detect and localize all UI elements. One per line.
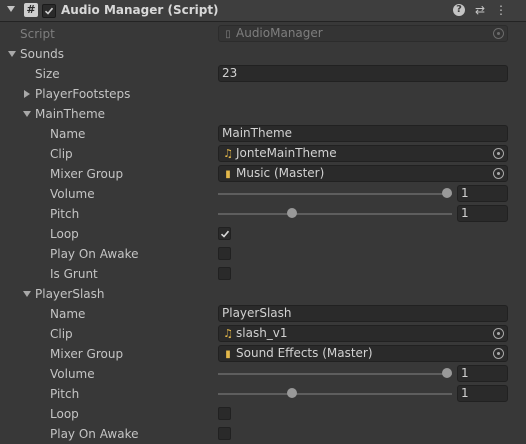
play-on-awake-row: Play On Awake [0, 244, 526, 264]
volume-label: Volume [50, 187, 95, 201]
component-header[interactable]: # Audio Manager (Script) ? ⇄ ⋮ [0, 0, 526, 22]
volume-slider-track[interactable] [218, 373, 452, 375]
mixer-group-field[interactable]: ▮ Music (Master) [218, 165, 508, 182]
play-on-awake-label: Play On Awake [50, 247, 139, 261]
foldout-arrow-icon[interactable] [23, 111, 31, 117]
loop-checkbox[interactable] [218, 407, 231, 420]
volume-label: Volume [50, 367, 95, 381]
mixer-group-value: Music (Master) [236, 166, 325, 180]
clip-field[interactable]: ♫ JonteMainTheme [218, 145, 508, 162]
pitch-slider-handle[interactable] [287, 208, 298, 218]
clip-value: slash_v1 [236, 326, 288, 340]
help-icon[interactable]: ? [453, 4, 465, 16]
object-picker-icon[interactable] [493, 148, 504, 159]
loop-checkbox[interactable] [218, 227, 231, 240]
clip-label: Clip [50, 327, 73, 341]
size-label: Size [35, 67, 60, 81]
script-asset-icon: ▯ [225, 29, 231, 40]
check-icon [44, 7, 54, 15]
object-picker-icon[interactable] [493, 328, 504, 339]
mixer-group-row: Mixer Group ▮ Sound Effects (Master) [0, 344, 526, 364]
pitch-input[interactable]: 1 [457, 205, 508, 222]
component-foldout-arrow[interactable] [7, 6, 15, 12]
pitch-label: Pitch [50, 387, 80, 401]
volume-slider-handle[interactable] [442, 188, 452, 198]
clip-value: JonteMainTheme [236, 146, 337, 160]
volume-slider-track[interactable] [218, 193, 452, 195]
volume-slider-handle[interactable] [442, 368, 452, 378]
volume-input[interactable]: 1 [457, 185, 508, 202]
sounds-foldout[interactable]: Sounds [0, 44, 526, 64]
foldout-arrow-icon[interactable] [23, 291, 31, 297]
mixer-group-row: Mixer Group ▮ Music (Master) [0, 164, 526, 184]
mixer-group-field[interactable]: ▮ Sound Effects (Master) [218, 345, 508, 362]
pitch-row: Pitch 1 [0, 384, 526, 404]
mixer-group-value: Sound Effects (Master) [236, 346, 373, 360]
loop-row: Loop [0, 224, 526, 244]
component-enabled-checkbox[interactable] [42, 4, 56, 18]
mixer-group-icon: ▮ [225, 169, 231, 180]
mixer-group-label: Mixer Group [50, 347, 124, 361]
element-label: PlayerSlash [35, 287, 105, 301]
play-on-awake-checkbox[interactable] [218, 247, 231, 260]
name-row: Name MainTheme [0, 124, 526, 144]
pitch-slider-handle[interactable] [287, 388, 298, 398]
pitch-input[interactable]: 1 [457, 385, 508, 402]
play-on-awake-checkbox[interactable] [218, 427, 231, 440]
loop-row: Loop [0, 404, 526, 424]
mixer-group-icon: ▮ [225, 349, 231, 360]
sounds-label: Sounds [20, 47, 65, 61]
object-picker-icon[interactable] [493, 168, 504, 179]
sound-element-playerfootsteps[interactable]: PlayerFootsteps [0, 84, 526, 104]
name-label: Name [50, 307, 86, 321]
volume-input[interactable]: 1 [457, 365, 508, 382]
pitch-slider-track[interactable] [218, 213, 452, 215]
size-input[interactable]: 23 [218, 65, 508, 82]
clip-row: Clip ♫ JonteMainTheme [0, 144, 526, 164]
pitch-row: Pitch 1 [0, 204, 526, 224]
clip-label: Clip [50, 147, 73, 161]
sound-element-playerslash[interactable]: PlayerSlash [0, 284, 526, 304]
name-input[interactable]: MainTheme [218, 125, 508, 142]
is-grunt-checkbox[interactable] [218, 267, 231, 280]
object-picker-icon[interactable] [493, 348, 504, 359]
script-value: AudioManager [236, 26, 323, 40]
is-grunt-row: Is Grunt [0, 264, 526, 284]
mixer-group-label: Mixer Group [50, 167, 124, 181]
audio-clip-icon: ♫ [223, 147, 233, 160]
size-row: Size 23 [0, 64, 526, 84]
loop-label: Loop [50, 227, 79, 241]
preset-settings-icon[interactable]: ⇄ [473, 3, 487, 17]
sound-element-maintheme[interactable]: MainTheme [0, 104, 526, 124]
clip-row: Clip ♫ slash_v1 [0, 324, 526, 344]
element-label: PlayerFootsteps [35, 87, 131, 101]
object-picker-icon[interactable] [493, 28, 504, 39]
script-component-icon: # [24, 3, 38, 17]
foldout-arrow-icon[interactable] [24, 90, 30, 98]
element-label: MainTheme [35, 107, 106, 121]
audio-clip-icon: ♫ [223, 327, 233, 340]
volume-row: Volume 1 [0, 184, 526, 204]
is-grunt-label: Is Grunt [50, 267, 98, 281]
script-row: Script ▯ AudioManager [0, 24, 526, 44]
pitch-label: Pitch [50, 207, 80, 221]
play-on-awake-row: Play On Awake [0, 424, 526, 444]
loop-label: Loop [50, 407, 79, 421]
script-field[interactable]: ▯ AudioManager [218, 25, 508, 42]
script-label: Script [20, 27, 55, 41]
component-menu-icon[interactable]: ⋮ [494, 3, 508, 17]
pitch-slider-track[interactable] [218, 393, 452, 395]
check-icon [220, 230, 230, 238]
clip-field[interactable]: ♫ slash_v1 [218, 325, 508, 342]
foldout-arrow-icon[interactable] [8, 51, 16, 57]
name-row: Name PlayerSlash [0, 304, 526, 324]
component-title: Audio Manager (Script) [61, 3, 219, 17]
name-input[interactable]: PlayerSlash [218, 305, 508, 322]
name-label: Name [50, 127, 86, 141]
volume-row: Volume 1 [0, 364, 526, 384]
